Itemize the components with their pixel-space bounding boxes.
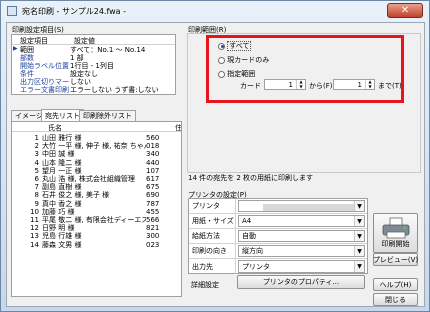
settings-row[interactable]: 開始ラベル位置 1行目 - 1列目 [12,61,175,69]
range-option-specified[interactable]: 指定範囲 [218,69,255,79]
printer-select[interactable]: ▼ [238,200,365,212]
address-list[interactable]: 氏名 住所 1山田 雅行 様560 2大竹 一平 様, 伸子 様, 祐奈 ちゃん… [11,121,182,297]
settings-list[interactable]: 設定項目 設定値 ▶ 範囲 すべて：No.1 〜 No.14 部数 1 部 開始ラベ… [11,34,176,95]
printer-properties-button[interactable]: プリンタのプロパティ... [237,275,365,289]
dialog-client-area: 印刷設定項目(S) 設定項目 設定値 ▶ 範囲 すべて：No.1 〜 No.14 … [6,22,425,307]
settings-row[interactable]: 条件 設定なし [12,69,175,77]
to-spinner[interactable]: 1 ▲ ▼ [333,79,375,90]
printer-row: 用紙・サイズ A4 ▼ [189,214,367,229]
print-dialog-window: 宛名印刷 - サンプル24.fwa - ✕ 印刷設定項目(S) 設定項目 設定値… [0,0,430,312]
settings-row[interactable]: 出力区切りマークしない [12,77,175,85]
summary-text: 14 件の宛先を 2 枚の用紙に印刷します [188,174,314,182]
detail-settings-label: 詳細設定 [191,281,219,289]
preview-button[interactable]: プレビュー(V) [373,253,418,266]
to-value: 1 [357,81,362,89]
radio-specified[interactable] [218,70,225,78]
spin-icon[interactable]: ▲ ▼ [296,79,305,89]
chevron-down-icon[interactable]: ▼ [354,246,364,256]
settings-row[interactable]: 範囲 すべて：No.1 〜 No.14 [12,45,175,53]
orientation-select[interactable]: 縦方向 ▼ [238,245,365,257]
printer-row: 出力先 プリンタ ▼ [189,259,367,274]
from-label: から(F) [309,82,333,90]
card-label: カード [240,82,261,90]
radio-current[interactable] [218,56,225,64]
printer-settings-table: プリンタ ▼ 用紙・サイズ A4 ▼ 給紙方法 自動 ▼ 印刷の向き 縦方向 ▼ 出力先 プリン… [188,198,368,274]
tab-exclude-list[interactable]: 印刷除外リスト [79,110,136,121]
print-start-button[interactable]: 印刷開始 [373,213,418,253]
range-option-all[interactable]: すべて [218,41,252,51]
list-item[interactable]: 14 藤森 文男 様 023 [12,241,181,249]
list-header-name: 氏名 [48,124,62,132]
to-label: まで(T) [378,82,402,90]
from-value: 1 [288,81,293,89]
window-title: 宛名印刷 - サンプル24.fwa - [22,6,127,16]
from-spinner[interactable]: 1 ▲ ▼ [264,79,306,90]
chevron-down-icon[interactable]: ▼ [354,261,364,272]
printer-row: プリンタ ▼ [189,199,367,214]
title-bar[interactable]: 宛名印刷 - サンプル24.fwa - ✕ [1,1,429,21]
print-start-label: 印刷開始 [381,240,410,248]
close-button[interactable]: 閉じる [373,293,418,306]
settings-row[interactable]: 部数 1 部 [12,53,175,61]
chevron-down-icon[interactable]: ▼ [354,216,364,226]
paper-source-select[interactable]: 自動 ▼ [238,230,365,242]
printer-row: 給紙方法 自動 ▼ [189,229,367,244]
output-select[interactable]: プリンタ ▼ [238,260,365,273]
list-header: 氏名 住所 [12,122,181,132]
printer-icon [382,217,409,239]
window-close-button[interactable]: ✕ [387,3,423,18]
paper-size-select[interactable]: A4 ▼ [238,215,365,227]
app-icon [7,6,17,16]
chevron-down-icon[interactable]: ▼ [354,231,364,241]
chevron-down-icon[interactable]: ▼ [354,201,364,211]
list-header-zip: 住所 [175,124,182,132]
radio-all[interactable] [218,42,225,50]
printer-name-blurred [263,204,363,211]
range-option-current[interactable]: 現カードのみ [218,55,269,65]
help-button[interactable]: ヘルプ(H) [373,278,418,291]
spin-icon[interactable]: ▲ ▼ [365,79,374,89]
printer-row: 印刷の向き 縦方向 ▼ [189,244,367,259]
tab-address-list[interactable]: 宛先リスト [41,109,84,121]
settings-row[interactable]: エラー文書印刷 エラーしない うず書:しない [12,85,175,93]
